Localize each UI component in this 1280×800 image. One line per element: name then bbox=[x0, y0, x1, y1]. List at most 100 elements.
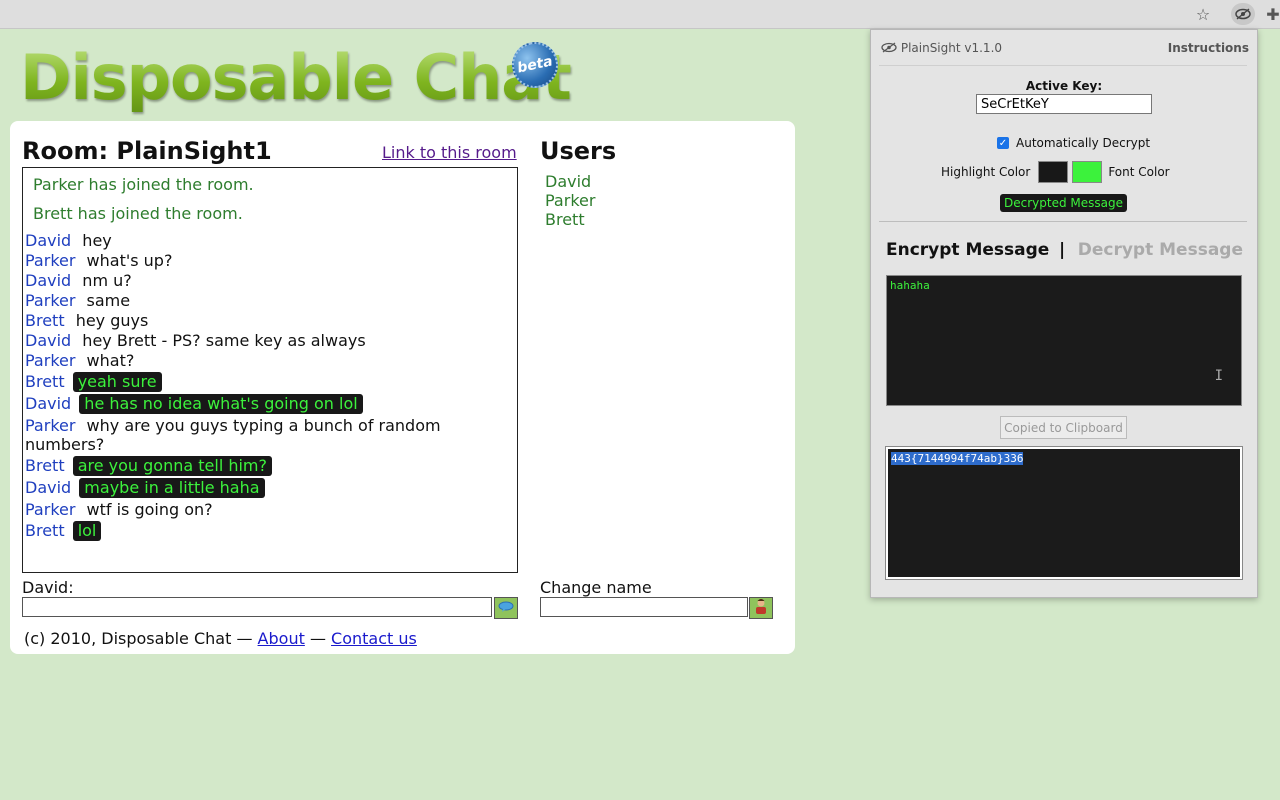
chat-card: Room: PlainSight1 Link to this room Park… bbox=[10, 121, 795, 654]
chat-message: Parker why are you guys typing a bunch o… bbox=[23, 416, 465, 454]
message-author: David bbox=[25, 331, 72, 350]
message-text: wtf is going on? bbox=[86, 500, 213, 519]
chat-message: Parker wtf is going on? bbox=[23, 500, 517, 519]
logo-text: Disposable Chat bbox=[20, 38, 572, 118]
message-author: Parker bbox=[25, 500, 76, 519]
auto-decrypt-checkbox[interactable]: ✓ bbox=[997, 137, 1009, 149]
about-link[interactable]: About bbox=[258, 629, 305, 648]
encrypt-output-text: 443{7144994f74ab}336 bbox=[891, 452, 1024, 465]
highlight-color-label: Highlight Color bbox=[941, 165, 1031, 179]
chat-message: David hey Brett - PS? same key as always bbox=[23, 331, 517, 350]
system-message: Parker has joined the room. bbox=[33, 175, 254, 194]
active-key-label: Active Key: bbox=[1025, 79, 1103, 93]
highlight-color-picker[interactable] bbox=[1038, 161, 1069, 183]
name-input[interactable] bbox=[540, 597, 748, 617]
message-text: hey Brett - PS? same key as always bbox=[82, 331, 366, 350]
change-name-button[interactable] bbox=[749, 597, 773, 619]
message-text: hey bbox=[82, 231, 112, 250]
chat-message: Brett are you gonna tell him? bbox=[23, 456, 517, 476]
instructions-link[interactable]: Instructions bbox=[1168, 41, 1249, 55]
users-heading: Users bbox=[540, 137, 617, 165]
message-input[interactable] bbox=[22, 597, 492, 617]
message-author: David bbox=[25, 478, 72, 497]
message-text: nm u? bbox=[82, 271, 132, 290]
decrypted-message-text: are you gonna tell him? bbox=[72, 456, 273, 476]
copyright-text: (c) 2010, Disposable Chat — bbox=[24, 629, 253, 648]
site-logo[interactable]: Disposable Chat beta bbox=[20, 37, 572, 118]
chat-message: David nm u? bbox=[23, 271, 517, 290]
system-message: Brett has joined the room. bbox=[33, 204, 243, 223]
font-color-picker[interactable] bbox=[1072, 161, 1103, 183]
chat-message: David he has no idea what's going on lol bbox=[23, 394, 517, 414]
message-author: Brett bbox=[25, 521, 65, 540]
message-author: Parker bbox=[25, 251, 76, 270]
message-author: Parker bbox=[25, 351, 76, 370]
message-author: Brett bbox=[25, 372, 65, 391]
send-button[interactable] bbox=[494, 597, 518, 619]
message-author: Parker bbox=[25, 291, 76, 310]
auto-decrypt-label: Automatically Decrypt bbox=[1016, 136, 1151, 150]
extension-title: PlainSight v1.1.0 bbox=[881, 41, 1002, 55]
chat-message: David hey bbox=[23, 231, 517, 250]
message-text: hey guys bbox=[75, 311, 149, 330]
contact-link[interactable]: Contact us bbox=[331, 629, 417, 648]
user-item: Parker bbox=[545, 191, 596, 210]
message-author: David bbox=[25, 271, 72, 290]
person-icon bbox=[754, 598, 768, 618]
browser-toolbar: ☆ ✚ bbox=[0, 0, 1280, 29]
chat-message: Parker same bbox=[23, 291, 517, 310]
color-settings: Highlight Color Font Color bbox=[941, 161, 1170, 183]
encrypt-input[interactable]: hahaha I bbox=[886, 275, 1242, 406]
message-author: David bbox=[25, 394, 72, 413]
eye-icon[interactable] bbox=[1231, 3, 1255, 25]
footer: (c) 2010, Disposable Chat — About — Cont… bbox=[24, 629, 417, 648]
copied-to-clipboard-button[interactable]: Copied to Clipboard bbox=[1000, 416, 1127, 439]
divider bbox=[879, 65, 1247, 66]
message-log[interactable]: Parker has joined the room. Brett has jo… bbox=[22, 167, 518, 573]
decrypted-message-text: lol bbox=[72, 521, 102, 541]
auto-decrypt-row: ✓ Automatically Decrypt bbox=[997, 136, 1150, 150]
chat-message: Brett yeah sure bbox=[23, 372, 517, 392]
tab-decrypt[interactable]: Decrypt Message bbox=[1078, 240, 1243, 260]
extension-title-text: PlainSight v1.1.0 bbox=[900, 41, 1003, 55]
decrypted-message-text: maybe in a little haha bbox=[79, 478, 265, 498]
chat-message: Parker what's up? bbox=[23, 251, 517, 270]
eye-icon bbox=[881, 41, 901, 55]
decrypted-message-text: yeah sure bbox=[72, 372, 162, 392]
user-item: David bbox=[545, 172, 592, 191]
divider bbox=[879, 221, 1247, 222]
decrypted-message-text: he has no idea what's going on lol bbox=[79, 394, 363, 414]
chat-message: David maybe in a little haha bbox=[23, 478, 517, 498]
puzzle-icon[interactable]: ✚ bbox=[1262, 3, 1280, 25]
room-link[interactable]: Link to this room bbox=[382, 143, 517, 162]
decrypted-message-preview: Decrypted Message bbox=[1000, 194, 1127, 212]
message-author: Parker bbox=[25, 416, 76, 435]
compose-label: David: bbox=[22, 578, 74, 597]
message-text: what's up? bbox=[86, 251, 173, 270]
user-item: Brett bbox=[545, 210, 585, 229]
chat-message: Brett lol bbox=[23, 521, 517, 541]
star-icon[interactable]: ☆ bbox=[1192, 3, 1214, 25]
active-key-input[interactable] bbox=[976, 94, 1152, 114]
message-text: why are you guys typing a bunch of rando… bbox=[25, 416, 441, 454]
chat-message: Parker what? bbox=[23, 351, 517, 370]
message-list: David hey Parker what's up? David nm u? Par… bbox=[23, 231, 517, 541]
encrypt-input-text: hahaha bbox=[890, 279, 930, 292]
message-text: same bbox=[86, 291, 131, 310]
chat-message: Brett hey guys bbox=[23, 311, 517, 330]
message-author: Brett bbox=[25, 456, 65, 475]
speech-bubble-icon bbox=[498, 601, 514, 616]
message-text: what? bbox=[86, 351, 135, 370]
extension-popup: PlainSight v1.1.0 Instructions Active Ke… bbox=[870, 29, 1258, 598]
footer-dash: — bbox=[309, 629, 326, 648]
encrypt-output[interactable]: 443{7144994f74ab}336 bbox=[885, 446, 1243, 580]
room-title: Room: PlainSight1 bbox=[22, 137, 272, 165]
tab-encrypt[interactable]: Encrypt Message bbox=[886, 240, 1049, 260]
message-author: Brett bbox=[25, 311, 65, 330]
message-author: David bbox=[25, 231, 72, 250]
tab-separator: | bbox=[1059, 240, 1066, 260]
change-name-label: Change name bbox=[540, 578, 652, 597]
font-color-label: Font Color bbox=[1108, 165, 1170, 179]
text-cursor-icon: I bbox=[1214, 368, 1223, 384]
user-list: David Parker Brett bbox=[545, 172, 595, 229]
